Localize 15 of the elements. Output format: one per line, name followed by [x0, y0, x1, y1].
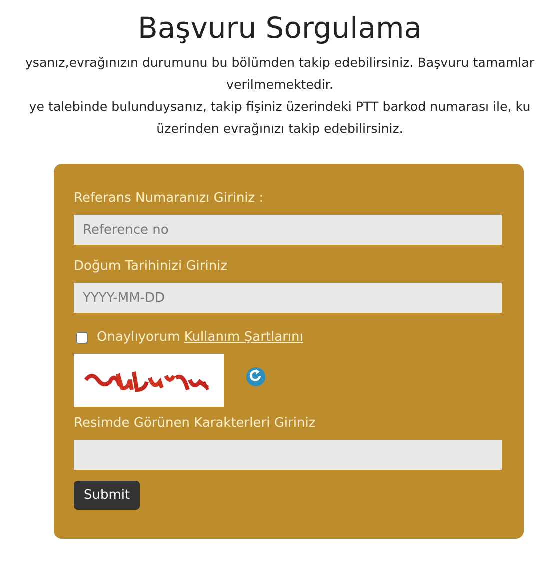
input-field[interactable]: [74, 440, 502, 470]
intro-text: üzerinden evrağınızı takip edebilirsiniz.: [156, 120, 404, 138]
field-label: Referans Numaranızı Giriniz :: [74, 190, 264, 208]
input-field[interactable]: YYYY-MM-DD: [74, 283, 502, 313]
input-field[interactable]: Reference no: [74, 215, 502, 245]
intro-text: ysanız,evrağınızın durumunu bu bölümden takip edebilirsiniz. Başvuru tamamlar: [25, 54, 535, 72]
field-label: Resimde Görünen Karakterleri Giriniz: [74, 415, 316, 433]
intro-text: ye talebinde bulunduysanız, takip fişiniz üzerindeki PTT barkod numarası ile, ku: [29, 98, 531, 116]
page-title: Başvuru Sorgulama: [136, 10, 424, 46]
checkbox[interactable]: [76, 332, 88, 344]
refresh-icon[interactable]: [246, 366, 266, 386]
field-label: Doğum Tarihinizi Giriniz: [74, 258, 228, 276]
checkbox-label: Onaylıyorum Kullanım Şartlarını: [97, 330, 304, 345]
intro-text: verilmemektedir.: [226, 76, 334, 94]
submit-button[interactable]: Submit: [74, 481, 140, 510]
